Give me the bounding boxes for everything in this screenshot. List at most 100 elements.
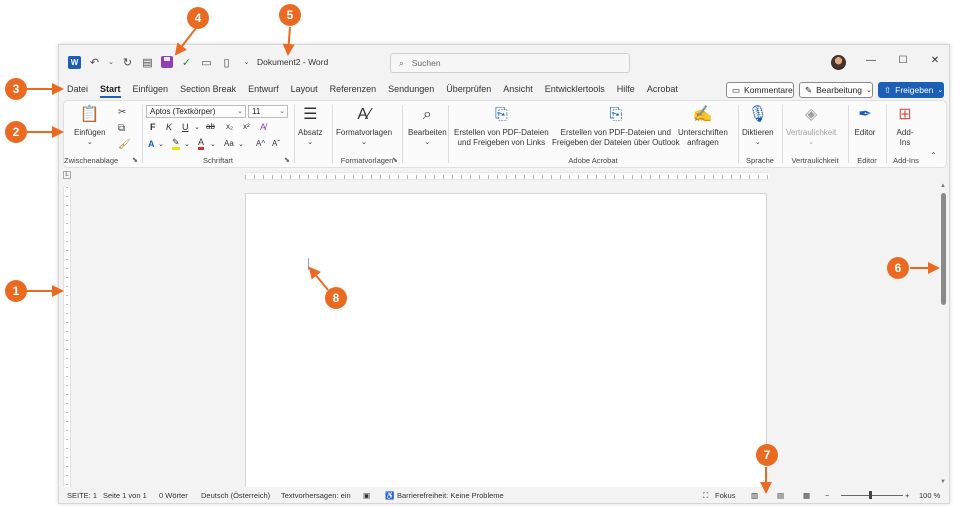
zoom-in-button[interactable]: +: [905, 491, 909, 500]
spelling-check-icon[interactable]: ✓: [180, 56, 193, 69]
dialog-launcher-icon[interactable]: ⬊: [284, 156, 290, 164]
focus-mode-button[interactable]: Fokus: [715, 491, 735, 500]
editing-mode-button[interactable]: ✎ Bearbeitung ⌄: [799, 82, 873, 98]
create-pdf-share-link-button[interactable]: ⎘ Erstellen von PDF-Dateien und Freigebe…: [454, 105, 549, 148]
zoom-slider-thumb[interactable]: [869, 491, 872, 499]
bold-button[interactable]: F: [150, 122, 156, 132]
text-effects-icon[interactable]: A: [148, 139, 155, 149]
minimize-button[interactable]: —: [865, 55, 877, 66]
new-document-icon[interactable]: ▯: [220, 56, 233, 69]
scrollbar-thumb[interactable]: [941, 193, 946, 305]
editor-button[interactable]: ✒ Editor: [854, 105, 876, 138]
tab-section-break[interactable]: Section Break: [180, 84, 236, 94]
dialog-launcher-icon[interactable]: ⬊: [392, 156, 398, 164]
app-name: Word: [308, 57, 329, 67]
tab-acrobat[interactable]: Acrobat: [647, 84, 678, 94]
close-button[interactable]: ✕: [929, 55, 941, 66]
print-layout-icon[interactable]: ▤: [141, 56, 154, 69]
redo-icon[interactable]: ↻: [121, 56, 134, 69]
open-folder-icon[interactable]: ▭: [200, 56, 213, 69]
print-layout-icon[interactable]: ▤: [777, 491, 784, 500]
collapse-ribbon-icon[interactable]: ⌃: [930, 151, 937, 160]
paste-button[interactable]: 📋 Einfügen ⌄: [74, 105, 106, 148]
chevron-down-icon[interactable]: ⌄: [158, 140, 164, 148]
dictate-button[interactable]: 🎙 Diktieren ⌄: [742, 105, 774, 148]
scroll-up-icon[interactable]: ▲: [940, 183, 946, 189]
scroll-down-icon[interactable]: ▼: [940, 479, 946, 485]
addins-button[interactable]: ⊞ Add- Ins: [894, 105, 916, 148]
accessibility-status[interactable]: Barrierefreiheit: Keine Probleme: [397, 491, 504, 500]
tab-entwicklertools[interactable]: Entwicklertools: [545, 84, 605, 94]
section-indicator[interactable]: SEITE: 1: [67, 491, 97, 500]
editor-label: Editor: [854, 128, 876, 137]
chevron-down-icon[interactable]: ⌄: [184, 140, 190, 148]
user-avatar[interactable]: [831, 55, 846, 70]
highlight-icon[interactable]: ✎: [172, 138, 180, 150]
zoom-level[interactable]: 100 %: [919, 491, 940, 500]
signature-icon: ✍: [692, 106, 713, 123]
dialog-launcher-icon[interactable]: ⬊: [132, 156, 138, 164]
chevron-down-icon[interactable]: ⌄: [194, 123, 200, 131]
styles-button[interactable]: A⁄ Formatvorlagen ⌄: [336, 105, 392, 148]
font-size-field[interactable]: 11 ⌄: [248, 105, 288, 118]
subscript-button[interactable]: x₂: [226, 122, 233, 131]
read-mode-icon[interactable]: ▥: [751, 491, 758, 500]
undo-icon[interactable]: ↶: [88, 56, 101, 69]
word-count[interactable]: 0 Wörter: [159, 491, 188, 500]
clear-formatting-icon[interactable]: A̸: [260, 122, 266, 132]
chevron-down-icon[interactable]: ⌄: [210, 140, 216, 148]
format-painter-icon[interactable]: 🖌: [118, 139, 131, 150]
create-pdf-outlook-button[interactable]: ⎘ Erstellen von PDF-Dateien und Freigebe…: [552, 105, 680, 148]
vertical-ruler[interactable]: [63, 187, 71, 487]
vertical-scrollbar[interactable]: ▲ ▼: [939, 183, 949, 487]
strikethrough-button[interactable]: ab: [206, 122, 215, 131]
tab-ansicht[interactable]: Ansicht: [503, 84, 533, 94]
tab-layout[interactable]: Layout: [291, 84, 318, 94]
language-indicator[interactable]: Deutsch (Österreich): [201, 491, 270, 500]
tab-hilfe[interactable]: Hilfe: [617, 84, 635, 94]
underline-button[interactable]: U: [182, 122, 189, 132]
callout-3: 3: [5, 78, 27, 100]
tab-sendungen[interactable]: Sendungen: [388, 84, 434, 94]
tab-start[interactable]: Start: [100, 84, 121, 98]
font-name-field[interactable]: Aptos (Textkörper) ⌄: [146, 105, 246, 118]
font-color-icon[interactable]: A: [198, 138, 205, 150]
undo-dropdown-icon[interactable]: ⌄: [108, 56, 114, 69]
save-icon[interactable]: [161, 56, 173, 68]
tab-selector-icon[interactable]: L: [63, 171, 71, 179]
web-layout-icon[interactable]: ▦: [803, 491, 810, 500]
track-changes-icon[interactable]: ▣: [363, 491, 370, 500]
share-button[interactable]: ⇧ Freigeben ⌄: [878, 82, 944, 98]
shrink-font-button[interactable]: Aˇ: [272, 139, 280, 148]
copy-icon[interactable]: ⧉: [118, 123, 125, 134]
comments-button[interactable]: ▭ Kommentare: [726, 82, 794, 98]
text-predictions[interactable]: Textvorhersagen: ein: [281, 491, 351, 500]
addins-grid-icon: ⊞: [898, 106, 912, 123]
cut-icon[interactable]: ✂: [118, 107, 126, 118]
paragraph-button[interactable]: ☰ Absatz ⌄: [298, 105, 322, 148]
document-page[interactable]: [245, 193, 767, 493]
search-box[interactable]: ⌕ Suchen: [390, 53, 630, 73]
editing-button[interactable]: ⌕ Bearbeiten ⌄: [408, 105, 447, 148]
tab-entwurf[interactable]: Entwurf: [248, 84, 279, 94]
change-case-button[interactable]: Aa: [224, 139, 234, 148]
horizontal-ruler[interactable]: [245, 172, 769, 180]
zoom-slider[interactable]: [841, 495, 903, 496]
tab-ueberpruefen[interactable]: Überprüfen: [446, 84, 491, 94]
chevron-down-icon[interactable]: ⌄: [238, 140, 244, 148]
grow-font-button[interactable]: A^: [256, 139, 265, 148]
page-indicator[interactable]: Seite 1 von 1: [103, 491, 147, 500]
request-signatures-button[interactable]: ✍ Unterschriften anfragen: [678, 105, 728, 148]
tab-datei[interactable]: Datei: [67, 84, 88, 94]
dictate-label: Diktieren: [742, 128, 774, 137]
word-logo-icon[interactable]: W: [68, 55, 81, 69]
tab-referenzen[interactable]: Referenzen: [330, 84, 377, 94]
customize-qat-icon[interactable]: ⌄: [240, 56, 253, 69]
sensitivity-button[interactable]: ◈ Vertraulichkeit ⌄: [786, 105, 836, 148]
superscript-button[interactable]: x²: [243, 122, 250, 131]
italic-button[interactable]: K: [166, 122, 172, 132]
outlook-line1: Erstellen von PDF-Dateien und: [560, 128, 671, 137]
zoom-out-button[interactable]: −: [825, 491, 829, 500]
tab-einfuegen[interactable]: Einfügen: [133, 84, 169, 94]
maximize-button[interactable]: ☐: [897, 55, 909, 66]
